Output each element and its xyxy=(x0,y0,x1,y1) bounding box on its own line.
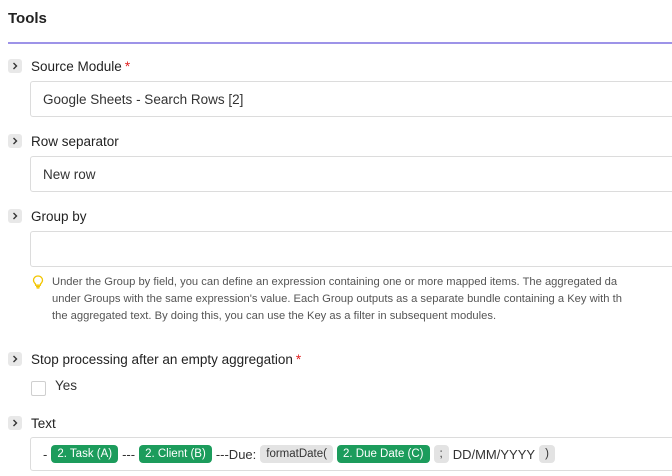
group-by-input[interactable] xyxy=(30,231,672,267)
text-literal: ---Due: xyxy=(215,446,257,462)
yes-checkbox[interactable] xyxy=(31,381,46,396)
chevron-right-icon[interactable] xyxy=(8,59,22,73)
mapped-item-pill[interactable]: 2. Client (B) xyxy=(139,445,212,463)
stop-processing-header[interactable]: Stop processing after an empty aggregati… xyxy=(8,350,301,368)
mapped-item-pill[interactable]: 2. Due Date (C) xyxy=(336,445,430,463)
text-literal: - xyxy=(43,446,48,462)
stop-processing-option[interactable]: Yes xyxy=(31,375,77,396)
source-module-select[interactable]: Google Sheets - Search Rows [2] xyxy=(30,81,672,117)
chevron-right-icon[interactable] xyxy=(8,352,22,366)
function-close-token[interactable]: ) xyxy=(539,445,555,463)
text-label: Text xyxy=(31,415,56,431)
row-separator-label: Row separator xyxy=(31,133,119,149)
row-separator-header[interactable]: Row separator xyxy=(8,132,119,150)
yes-option-label: Yes xyxy=(55,378,78,393)
text-literal: DD/MM/YYYY xyxy=(452,446,536,462)
group-by-label: Group by xyxy=(31,208,87,224)
required-indicator: * xyxy=(295,351,302,367)
title-divider xyxy=(8,42,672,44)
panel-title: Tools xyxy=(8,10,47,27)
chevron-right-icon[interactable] xyxy=(8,416,22,430)
source-module-header[interactable]: Source Module * xyxy=(8,57,130,75)
required-indicator: * xyxy=(124,58,131,74)
function-token[interactable]: formatDate( xyxy=(260,445,333,463)
group-by-hint: Under the Group by field, you can define… xyxy=(32,274,672,325)
text-literal: --- xyxy=(122,446,136,462)
row-separator-select[interactable]: New row xyxy=(30,156,672,192)
hint-line: the aggregated text. By doing this, you … xyxy=(52,310,497,322)
text-header[interactable]: Text xyxy=(8,414,56,432)
function-separator-token[interactable]: ; xyxy=(433,445,449,463)
source-module-label: Source Module xyxy=(31,58,122,74)
chevron-right-icon[interactable] xyxy=(8,209,22,223)
mapped-item-pill[interactable]: 2. Task (A) xyxy=(51,445,119,463)
group-by-header[interactable]: Group by xyxy=(8,207,87,225)
stop-processing-label: Stop processing after an empty aggregati… xyxy=(31,351,293,367)
chevron-right-icon[interactable] xyxy=(8,134,22,148)
text-input[interactable]: - 2. Task (A) --- 2. Client (B) ---Due: … xyxy=(30,437,672,471)
hint-line: under Groups with the same expression's … xyxy=(52,293,622,305)
hint-line: Under the Group by field, you can define… xyxy=(52,276,618,288)
row-separator-value: New row xyxy=(43,166,96,182)
source-module-value: Google Sheets - Search Rows [2] xyxy=(43,91,244,107)
